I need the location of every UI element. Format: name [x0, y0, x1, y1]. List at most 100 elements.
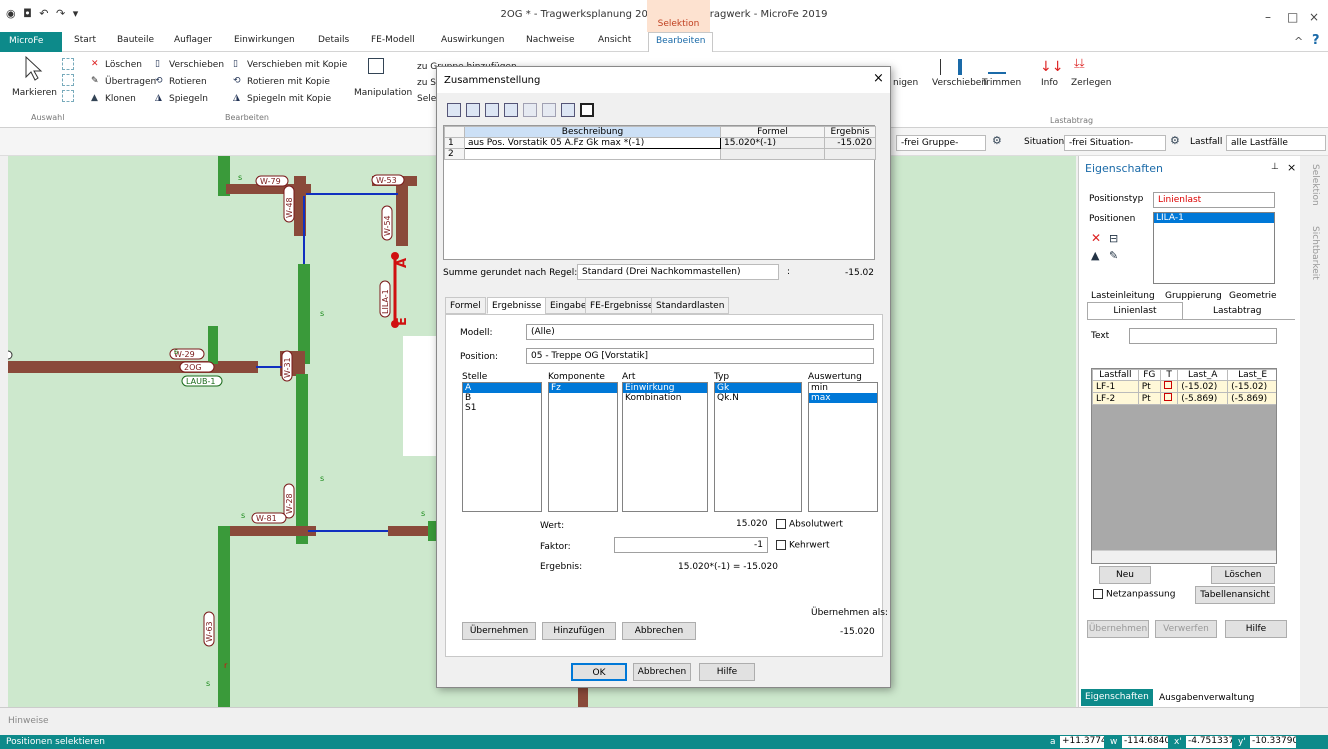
cell-formel[interactable]: 15.020*(-1) — [720, 137, 825, 149]
tabellenansicht-button[interactable]: Tabellenansicht — [1195, 586, 1275, 604]
tab-bauteile[interactable]: Bauteile — [117, 35, 154, 45]
cell-last-a[interactable]: (-5.869) — [1177, 392, 1229, 405]
tab-start[interactable]: Start — [74, 35, 96, 45]
tab-ansicht[interactable]: Ansicht — [598, 35, 631, 45]
panel-close-icon[interactable]: × — [1287, 161, 1296, 174]
positionen-item[interactable]: LILA-1 — [1154, 213, 1274, 223]
gruppe-select[interactable]: -frei Gruppe- — [896, 135, 986, 151]
neu-button[interactable]: Neu — [1099, 566, 1151, 584]
summe-regel-select[interactable]: Standard (Drei Nachkommastellen) — [577, 264, 779, 280]
abbrechen-button[interactable]: Abbrechen — [633, 663, 691, 681]
list-item[interactable]: Qk.N — [715, 393, 801, 403]
select-area-icon[interactable] — [62, 74, 74, 86]
table-icon-3[interactable] — [523, 103, 537, 117]
text-input[interactable] — [1129, 328, 1277, 344]
select-window-icon[interactable] — [62, 90, 74, 102]
zerlegen-button[interactable]: Zerlegen — [1071, 78, 1111, 88]
cell-t[interactable] — [1159, 380, 1179, 393]
cell-lf[interactable]: LF-1 — [1092, 380, 1139, 393]
lastfall-select[interactable]: alle Lastfälle — [1226, 135, 1326, 151]
label-w79[interactable]: W-79 — [260, 177, 281, 186]
help-icon[interactable]: ? — [1312, 33, 1320, 48]
label-lila1[interactable]: LILA-1 — [381, 289, 390, 314]
tab-nachweise[interactable]: Nachweise — [526, 35, 575, 45]
label-w63[interactable]: W-63 — [205, 621, 214, 642]
load-table[interactable]: Lastfall FG T Last_A Last_E LF-1 Pt (-15.02) (-… — [1091, 368, 1277, 564]
list-item[interactable]: S1 — [463, 403, 541, 413]
komponente-list[interactable]: Fz — [548, 382, 618, 512]
list-item[interactable]: max — [809, 393, 877, 403]
stelle-list[interactable]: A B S1 — [462, 382, 542, 512]
uebernehmen-button[interactable]: Übernehmen — [462, 622, 536, 640]
table-icon-2[interactable] — [504, 103, 518, 117]
table-row[interactable]: 1 aus Pos. Vorstatik 05 A.Fz Gk max *(-1)… — [444, 137, 876, 149]
verschieben-kopie-button[interactable]: ▯ Verschieben mit Kopie — [233, 59, 347, 70]
col-t[interactable]: T — [1159, 369, 1179, 381]
uebernehmen-button[interactable]: Übernehmen — [1087, 620, 1149, 638]
tab-eigenschaften[interactable]: Eigenschaften — [1081, 689, 1153, 706]
ok-button[interactable]: OK — [571, 663, 627, 681]
pin-icon[interactable]: ⊥ — [1271, 162, 1279, 172]
label-w28[interactable]: W-28 — [285, 493, 294, 514]
close-button[interactable]: × — [1309, 10, 1319, 24]
sele-button[interactable]: Sele — [417, 94, 436, 104]
positionstyp-select[interactable]: Linienlast — [1153, 192, 1275, 208]
tab-formel[interactable]: Formel — [445, 297, 486, 314]
col-formel[interactable]: Formel — [720, 126, 825, 138]
tab-ergebnisse[interactable]: Ergebnisse — [487, 297, 547, 314]
tab-lasteinleitung[interactable]: Lasteinleitung — [1091, 291, 1155, 301]
hinzufuegen-button[interactable]: Hinzufügen — [542, 622, 616, 640]
trimmen-button[interactable]: Trimmen — [982, 78, 1021, 88]
list-item[interactable]: Kombination — [623, 393, 707, 403]
rotieren-button[interactable]: ⟲ Rotieren — [155, 76, 207, 87]
col-fg[interactable]: FG — [1137, 369, 1161, 381]
tab-lastabtrag[interactable]: Lastabtrag — [1213, 306, 1261, 316]
tab-microfe[interactable]: MicroFe — [0, 32, 62, 52]
tab-fe-ergebnisse[interactable]: FE-Ergebnisse — [585, 297, 659, 314]
cell-last-e[interactable]: (-5.869) — [1227, 392, 1276, 405]
uebertragen-button[interactable]: ✎ Übertragen — [91, 76, 156, 87]
absolutwert-checkbox[interactable]: Absolutwert — [776, 519, 843, 530]
col-ergebnis[interactable]: Ergebnis — [824, 126, 876, 138]
tab-geometrie[interactable]: Geometrie — [1229, 291, 1277, 301]
cell-fg[interactable]: Pt — [1137, 380, 1161, 393]
label-w54[interactable]: W-54 — [383, 215, 392, 236]
label-w53[interactable]: W-53 — [376, 176, 397, 185]
cell-lf[interactable]: LF-2 — [1092, 392, 1139, 405]
verschieben2-button[interactable]: Verschieben — [932, 78, 987, 88]
cell-beschreibung[interactable] — [464, 148, 721, 160]
tab-auswirkungen[interactable]: Auswirkungen — [441, 35, 504, 45]
restore-button[interactable]: □ — [1287, 10, 1298, 24]
loeschen-button[interactable]: Löschen — [1211, 566, 1275, 584]
list-item[interactable]: Gk — [715, 383, 801, 393]
abbrechen-inner-button[interactable]: Abbrechen — [622, 622, 696, 640]
info-button[interactable]: Info — [1041, 78, 1058, 88]
table-row[interactable]: LF-1 Pt (-15.02) (-15.02) — [1092, 380, 1276, 393]
save-icon[interactable] — [580, 103, 594, 117]
manipulation-button[interactable]: Manipulation — [354, 88, 412, 98]
table-icon-5[interactable] — [561, 103, 575, 117]
label-w31[interactable]: W-31 — [283, 357, 292, 378]
label-2og[interactable]: 2OG — [184, 363, 202, 372]
hilfe-button[interactable]: Hilfe — [1225, 620, 1287, 638]
col-last-a[interactable]: Last_A — [1177, 369, 1229, 381]
cell-fg[interactable]: Pt — [1137, 392, 1161, 405]
kehrwert-checkbox[interactable]: Kehrwert — [776, 540, 830, 551]
tab-einwirkungen[interactable]: Einwirkungen — [234, 35, 295, 45]
formula-grid[interactable]: Beschreibung Formel Ergebnis 1 aus Pos. Vor… — [443, 125, 876, 260]
tab-bearbeiten[interactable]: Bearbeiten — [648, 32, 714, 53]
list-item[interactable]: Fz — [549, 383, 617, 393]
zu-s-button[interactable]: zu S — [417, 78, 436, 88]
tab-sichtbarkeit[interactable]: Sichtbarkeit — [1310, 226, 1320, 280]
spiegeln-button[interactable]: ◮ Spiegeln — [155, 93, 208, 104]
gear-icon[interactable]: ⚙ — [992, 134, 1002, 147]
hilfe-button[interactable]: Hilfe — [699, 663, 755, 681]
flask-icon[interactable]: ▲ — [1091, 249, 1099, 262]
verwerfen-button[interactable]: Verwerfen — [1155, 620, 1217, 638]
col-beschreibung[interactable]: Beschreibung — [464, 126, 721, 138]
spiegeln-kopie-button[interactable]: ◮ Spiegeln mit Kopie — [233, 93, 331, 104]
delete-icon[interactable]: ✕ — [1091, 231, 1101, 245]
table-icon-4[interactable] — [542, 103, 556, 117]
tab-linienlast[interactable]: Linienlast — [1087, 302, 1183, 320]
cell-beschreibung[interactable]: aus Pos. Vorstatik 05 A.Fz Gk max *(-1) — [464, 137, 721, 149]
